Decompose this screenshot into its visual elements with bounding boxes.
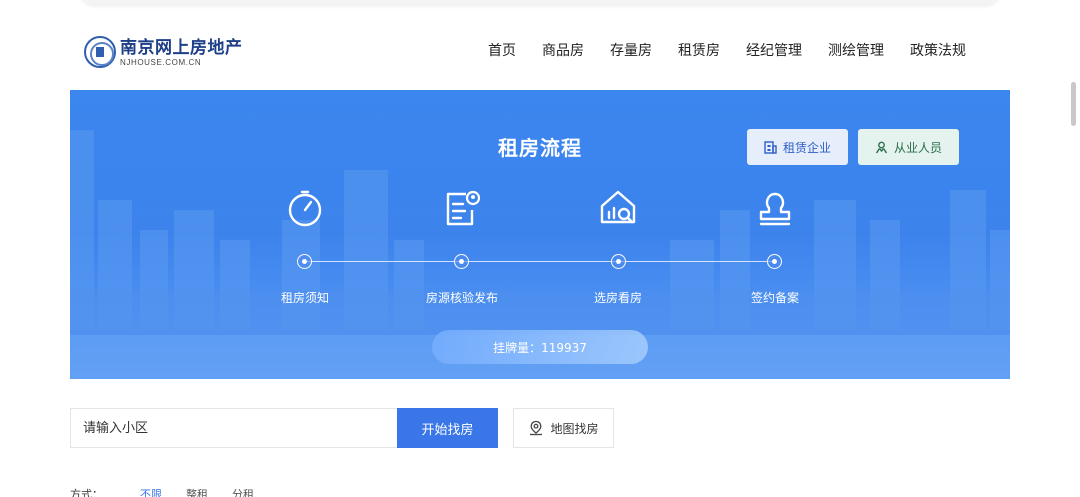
logo-chinese-name: 南京网上房地产	[120, 37, 243, 58]
filter-option-whole[interactable]: 整租	[186, 486, 208, 497]
rental-company-label: 租赁企业	[782, 140, 831, 155]
logo-text: 南京网上房地产 NJHOUSE.COM.CN	[120, 38, 243, 67]
listing-count-badge: 挂牌量：119937	[432, 330, 648, 364]
community-search-input[interactable]	[70, 408, 397, 448]
rental-company-button[interactable]: 租赁企业	[747, 129, 848, 165]
nav-item-policy[interactable]: 政策法规	[910, 41, 966, 61]
person-pin-icon	[875, 141, 888, 153]
nav-item-new-homes[interactable]: 商品房	[542, 41, 584, 61]
timeline-dot	[297, 254, 312, 269]
map-search-button[interactable]: 地图找房	[513, 408, 614, 448]
step-label-verify-publish[interactable]: 房源核验发布	[402, 289, 522, 306]
step-label-sign-filing[interactable]: 签约备案	[715, 289, 835, 306]
map-search-label: 地图找房	[550, 421, 599, 436]
stamp-icon[interactable]	[755, 188, 795, 228]
rental-process-banner: 租房流程 租赁企业 从业人员 租房须知 房源核验发布 选房看房 签约备案 挂牌量…	[70, 90, 1010, 379]
filter-label: 方式：	[70, 488, 103, 497]
step-label-view-house[interactable]: 选房看房	[558, 289, 678, 306]
building-icon	[764, 140, 777, 154]
nav-item-rental[interactable]: 租赁房	[678, 41, 720, 61]
rent-type-filter: 方式： 不限 整租 分租	[70, 486, 278, 497]
site-logo[interactable]: 南京网上房地产 NJHOUSE.COM.CN	[84, 36, 243, 68]
timeline-dot	[454, 254, 469, 269]
nav-item-brokerage[interactable]: 经纪管理	[746, 41, 802, 61]
step-label-notice[interactable]: 租房须知	[245, 289, 365, 306]
filter-option-any[interactable]: 不限	[140, 486, 162, 497]
timer-icon[interactable]	[285, 188, 325, 228]
main-nav: 首页 商品房 存量房 租赁房 经纪管理 测绘管理 政策法规	[488, 41, 966, 61]
house-search-icon[interactable]	[598, 188, 638, 228]
start-search-button[interactable]: 开始找房	[397, 408, 498, 448]
site-header: 南京网上房地产 NJHOUSE.COM.CN 首页 商品房 存量房 租赁房 经纪…	[0, 0, 1080, 90]
nav-item-surveying[interactable]: 测绘管理	[828, 41, 884, 61]
map-pin-icon	[530, 420, 543, 436]
logo-emblem-icon	[84, 36, 116, 68]
verify-document-icon[interactable]	[442, 188, 482, 228]
logo-domain: NJHOUSE.COM.CN	[120, 57, 202, 67]
timeline-dot	[767, 254, 782, 269]
filter-option-shared[interactable]: 分租	[232, 486, 254, 497]
timeline-dot	[611, 254, 626, 269]
nav-item-resale-homes[interactable]: 存量房	[610, 41, 652, 61]
staff-button[interactable]: 从业人员	[858, 129, 959, 165]
search-bar: 开始找房	[70, 408, 498, 448]
timeline-line	[305, 261, 775, 262]
nav-item-home[interactable]: 首页	[488, 41, 516, 61]
staff-label: 从业人员	[893, 140, 942, 155]
